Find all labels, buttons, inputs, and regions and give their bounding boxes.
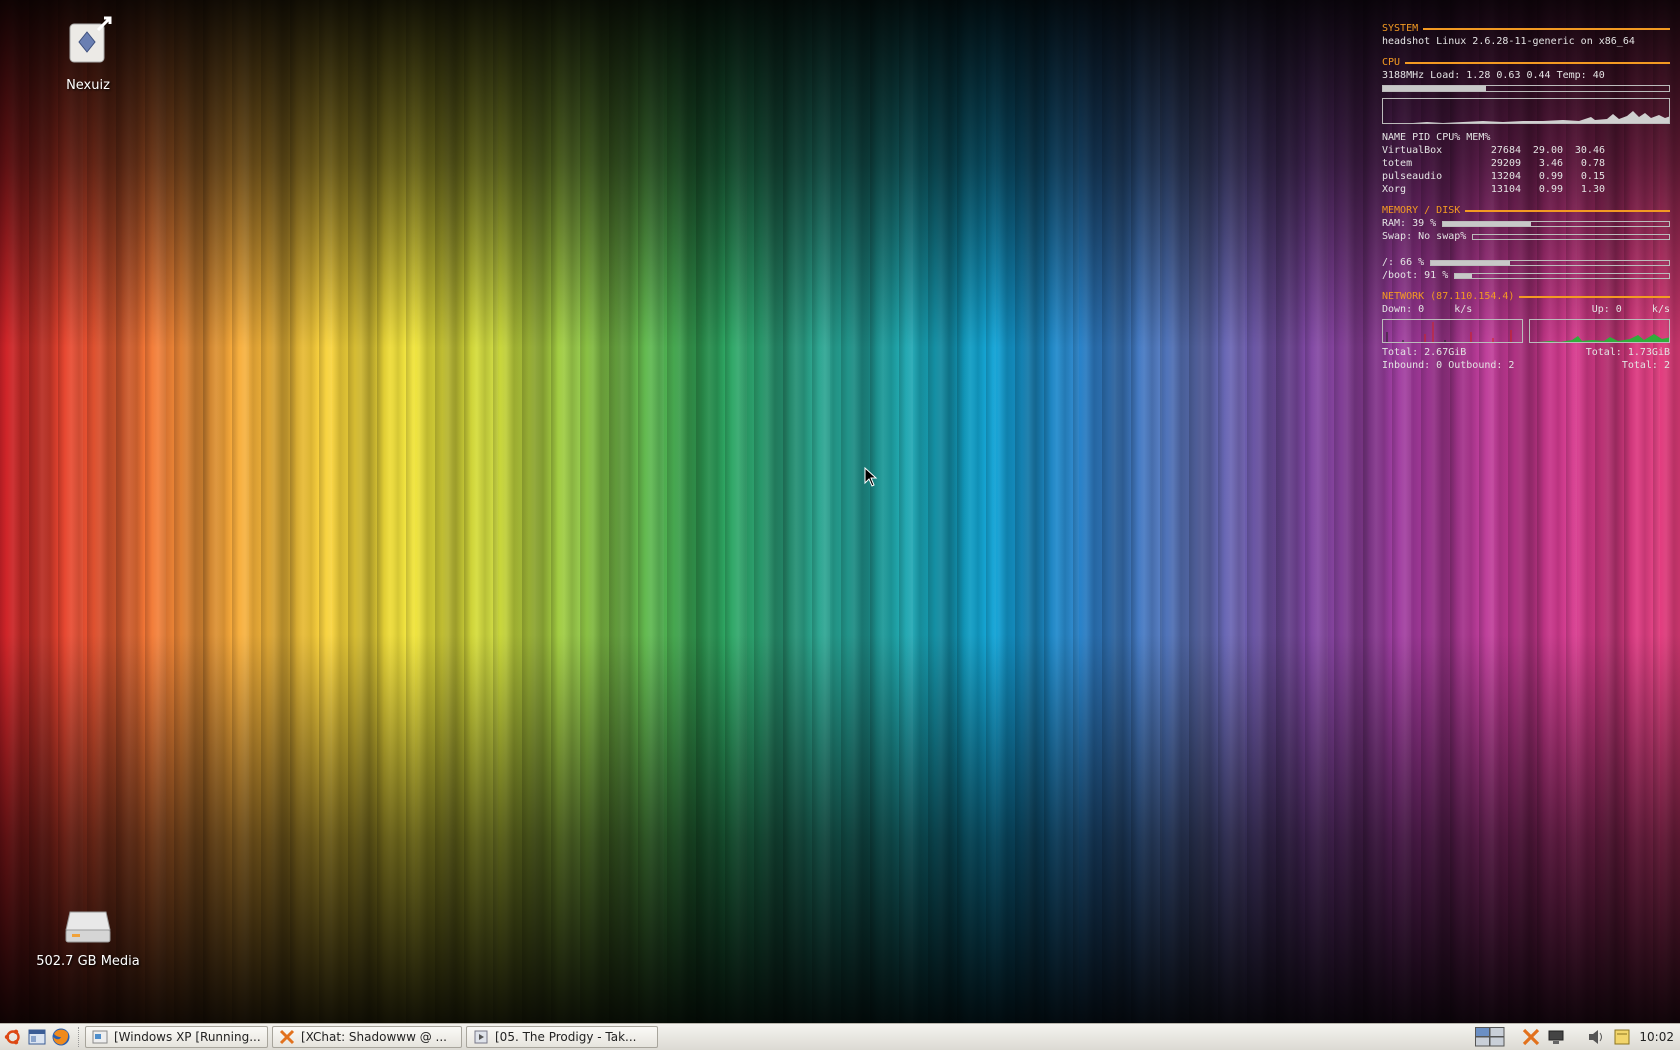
firefox-icon — [52, 1028, 70, 1046]
process-cpu: 3.46 — [1538, 158, 1563, 169]
system-info-line: headshot Linux 2.6.28-11-generic on x86_… — [1382, 36, 1635, 47]
download-speed: Down: 0 k/s — [1382, 304, 1473, 315]
ram-usage-bar — [1442, 220, 1670, 227]
upload-graph — [1529, 319, 1670, 343]
table-row: Xorg 13104 0.99 1.30 — [1382, 183, 1605, 196]
media-player-icon — [474, 1030, 488, 1044]
section-rule — [1405, 61, 1670, 64]
process-table-header: NAME PID CPU% MEM% — [1382, 132, 1491, 143]
network-speed-row: Down: 0 k/s Up: 0 k/s — [1382, 303, 1670, 316]
process-cpu: 0.99 — [1538, 184, 1563, 195]
table-row: VirtualBox 27684 29.00 30.46 — [1382, 144, 1605, 157]
mouse-cursor-icon — [864, 467, 878, 487]
root-disk-bar — [1430, 259, 1670, 266]
process-mem: 1.30 — [1580, 184, 1605, 195]
conky-section-system: SYSTEM — [1382, 22, 1670, 35]
cpu-usage-bar — [1382, 85, 1670, 92]
cpu-history-graph — [1382, 98, 1670, 124]
process-table: VirtualBox 27684 29.00 30.46 totem 29209… — [1382, 144, 1605, 196]
boot-disk-label: /boot: 91 % — [1382, 270, 1449, 281]
process-pid: 27684 — [1490, 145, 1521, 156]
desktop-icon-media-drive[interactable]: 502.7 GB Media — [33, 908, 143, 969]
process-cpu: 0.99 — [1538, 171, 1563, 182]
section-rule — [1519, 295, 1670, 298]
window-icon — [28, 1029, 46, 1045]
ubuntu-logo-icon — [4, 1029, 20, 1045]
total-uploaded: Total: 1.73GiB — [1585, 347, 1670, 358]
conky-section-cpu: CPU — [1382, 56, 1670, 69]
table-row: pulseaudio 13204 0.99 0.15 — [1382, 170, 1605, 183]
main-menu-button[interactable] — [2, 1026, 24, 1048]
table-row: totem 29209 3.46 0.78 — [1382, 157, 1605, 170]
desktop-icon-nexuiz[interactable]: Nexuiz — [33, 12, 143, 93]
conky-system-monitor: SYSTEM headshot Linux 2.6.28-11-generic … — [1382, 22, 1670, 372]
root-disk-label: /: 66 % — [1382, 257, 1425, 268]
process-name: pulseaudio — [1382, 171, 1443, 182]
desktop-icon-label: Nexuiz — [66, 78, 110, 93]
cpu-info-line: 3188MHz Load: 1.28 0.63 0.44 Temp: 40 — [1382, 70, 1605, 81]
process-mem: 30.46 — [1574, 145, 1605, 156]
inbound-outbound-connections: Inbound: 0 Outbound: 2 — [1382, 360, 1515, 371]
section-rule — [1465, 209, 1670, 212]
xchat-tray-icon[interactable] — [1521, 1028, 1541, 1046]
bottom-panel: [Windows XP [Running... [XChat: Shadowww… — [0, 1023, 1680, 1050]
section-rule — [1423, 27, 1670, 30]
upload-speed: Up: 0 k/s — [1591, 304, 1670, 315]
boot-disk-bar — [1454, 272, 1670, 279]
process-cpu: 29.00 — [1532, 145, 1563, 156]
section-heading: NETWORK (87.110.154.4) — [1382, 291, 1515, 302]
system-tray: 10:02 — [1469, 1027, 1680, 1047]
taskbar-button-label: [Windows XP [Running... — [114, 1030, 261, 1044]
taskbar-button-label: [XChat: Shadowww @ ... — [301, 1030, 447, 1044]
section-heading: MEMORY / DISK — [1382, 205, 1461, 216]
section-heading: SYSTEM — [1382, 23, 1419, 34]
conky-section-network: NETWORK (87.110.154.4) — [1382, 290, 1670, 303]
desktop-icon-label: 502.7 GB Media — [36, 954, 140, 969]
taskbar-button-virtualbox[interactable]: [Windows XP [Running... — [85, 1026, 268, 1048]
root-disk-row: /: 66 % — [1382, 256, 1670, 269]
process-mem: 0.15 — [1580, 171, 1605, 182]
panel-clock[interactable]: 10:02 — [1639, 1030, 1674, 1044]
swap-usage-bar — [1472, 233, 1670, 240]
ram-label: RAM: 39 % — [1382, 218, 1437, 229]
process-mem: 0.78 — [1580, 158, 1605, 169]
hard-drive-icon — [65, 911, 111, 943]
swap-label: Swap: No swap% — [1382, 231, 1467, 242]
connections-row: Inbound: 0 Outbound: 2 Total: 2 — [1382, 359, 1670, 372]
swap-row: Swap: No swap% — [1382, 230, 1670, 243]
process-name: Xorg — [1382, 184, 1407, 195]
volume-icon[interactable] — [1587, 1028, 1607, 1046]
process-pid: 13104 — [1490, 184, 1521, 195]
xchat-icon — [279, 1029, 295, 1045]
download-graph — [1382, 319, 1523, 343]
ram-row: RAM: 39 % — [1382, 217, 1670, 230]
process-name: VirtualBox — [1382, 145, 1443, 156]
nexuiz-launcher-icon — [69, 16, 112, 63]
total-connections: Total: 2 — [1621, 360, 1670, 371]
process-pid: 13204 — [1490, 171, 1521, 182]
notes-applet-icon[interactable] — [1613, 1028, 1631, 1046]
network-monitor-icon[interactable] — [1547, 1028, 1565, 1046]
network-totals-row: Total: 2.67GiB Total: 1.73GiB — [1382, 346, 1670, 359]
firefox-launcher[interactable] — [50, 1026, 72, 1048]
conky-section-memory-disk: MEMORY / DISK — [1382, 204, 1670, 217]
taskbar-button-totem[interactable]: [05. The Prodigy - Tak... — [466, 1026, 658, 1048]
file-manager-launcher[interactable] — [26, 1026, 48, 1048]
workspace-switcher-icon[interactable] — [1475, 1027, 1505, 1047]
process-pid: 29209 — [1490, 158, 1521, 169]
taskbar-button-xchat[interactable]: [XChat: Shadowww @ ... — [272, 1026, 462, 1048]
taskbar-button-label: [05. The Prodigy - Tak... — [495, 1030, 637, 1044]
total-downloaded: Total: 2.67GiB — [1382, 347, 1467, 358]
process-name: totem — [1382, 158, 1413, 169]
virtualbox-window-icon — [92, 1030, 108, 1044]
section-heading: CPU — [1382, 57, 1401, 68]
boot-disk-row: /boot: 91 % — [1382, 269, 1670, 282]
